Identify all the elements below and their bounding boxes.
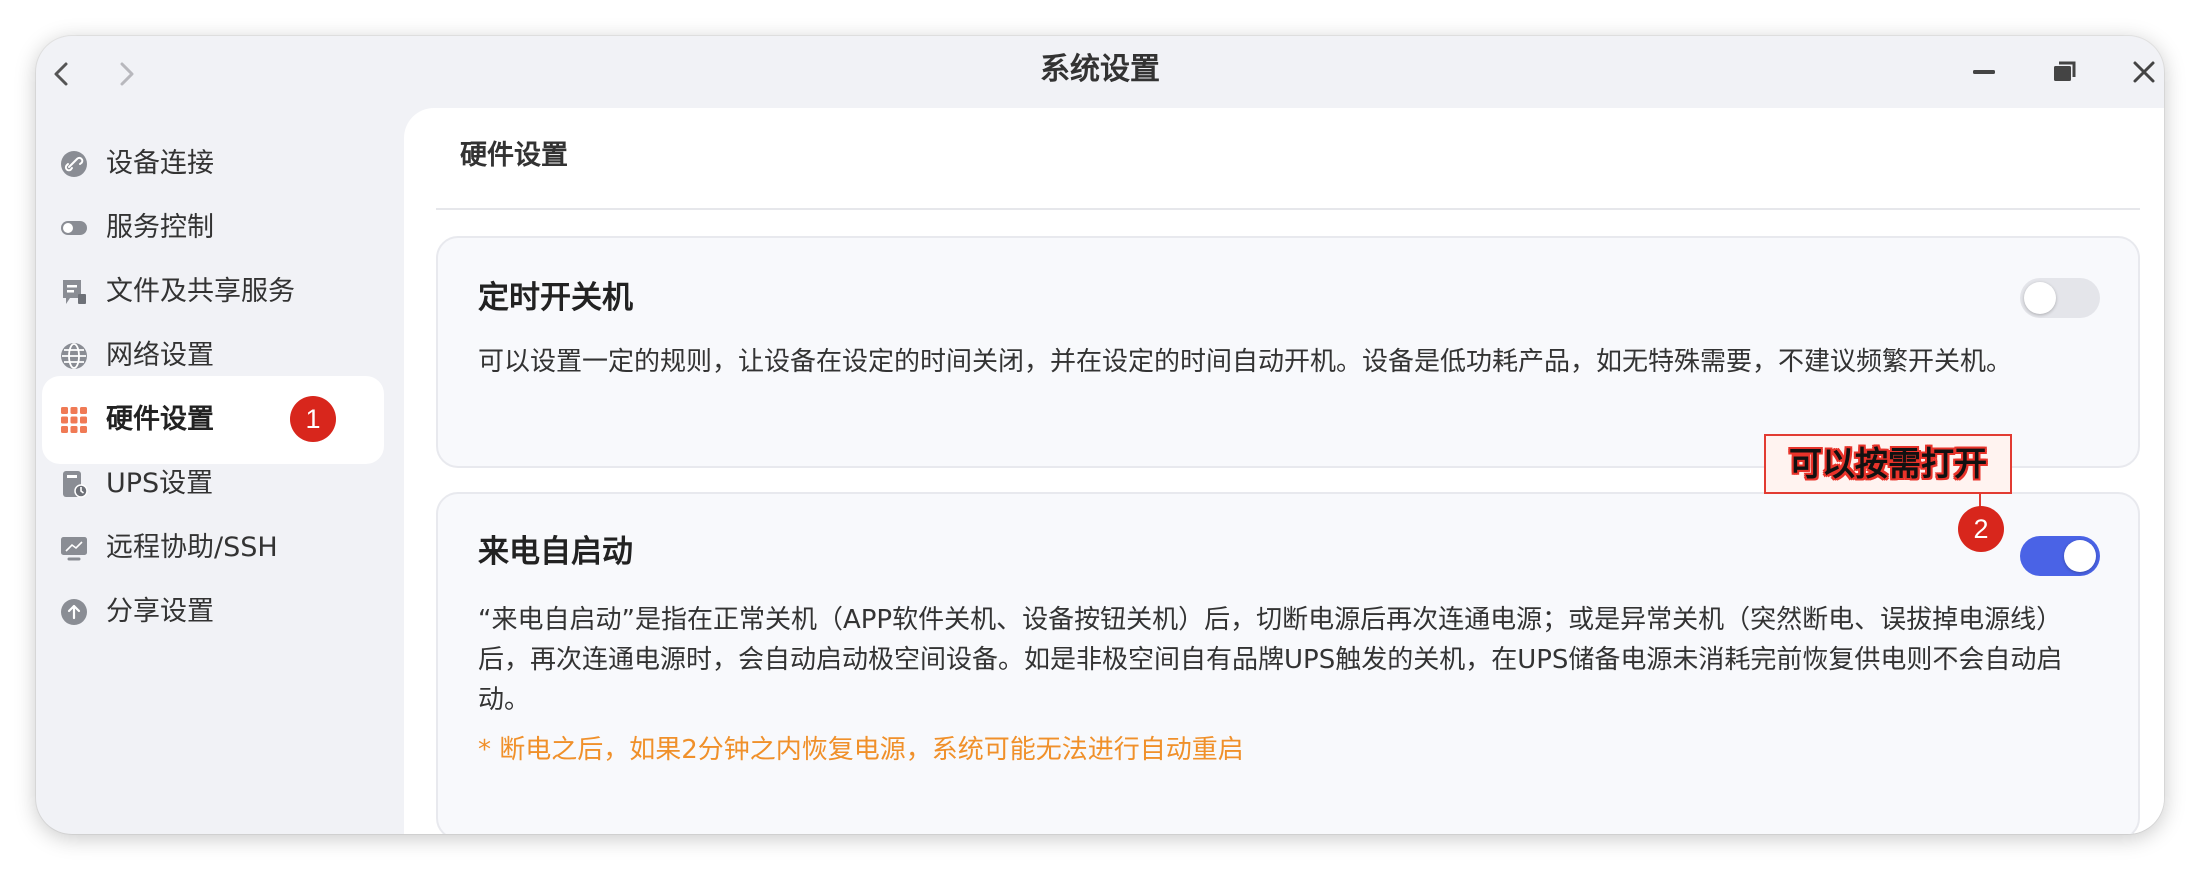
close-button[interactable] bbox=[2124, 52, 2164, 92]
sidebar-item-label: 设备连接 bbox=[106, 148, 214, 179]
ups-icon bbox=[60, 470, 88, 498]
warning-note: * 断电之后，如果2分钟之内恢复电源，系统可能无法进行自动重启 bbox=[478, 735, 1244, 765]
minimize-icon bbox=[1973, 70, 1995, 74]
window-title: 系统设置 bbox=[1040, 52, 1160, 87]
scheduled-power-toggle[interactable] bbox=[2020, 278, 2100, 318]
restore-button[interactable] bbox=[2044, 52, 2084, 92]
section-title: 硬件设置 bbox=[460, 140, 568, 171]
toggle-knob bbox=[2024, 282, 2056, 314]
card-description: 可以设置一定的规则，让设备在设定的时间关闭，并在设定的时间自动开机。设备是低功耗… bbox=[478, 347, 2013, 377]
sidebar-item-label: 文件及共享服务 bbox=[106, 276, 295, 307]
upload-icon bbox=[60, 598, 88, 626]
auto-power-on-card: 来电自启动 “来电自启动”是指在正常关机（APP软件关机、设备按钮关机）后，切断… bbox=[436, 492, 2140, 834]
grid-icon bbox=[60, 406, 88, 434]
callout-text: 可以按需打开 bbox=[1789, 444, 1987, 483]
minimize-button[interactable] bbox=[1964, 52, 2004, 92]
title-bar: 系统设置 bbox=[36, 36, 2164, 108]
section-divider bbox=[436, 208, 2140, 210]
annotation-badge-1: 1 bbox=[290, 396, 336, 442]
monitor-icon bbox=[60, 534, 88, 562]
auto-power-on-toggle[interactable] bbox=[2020, 536, 2100, 576]
globe-icon bbox=[60, 342, 88, 370]
restore-window-icon bbox=[2054, 61, 2076, 81]
annotation-badge-2: 2 bbox=[1958, 506, 2004, 552]
sidebar-item-label: 远程协助/SSH bbox=[106, 532, 278, 563]
link-icon bbox=[60, 150, 88, 178]
sidebar-item-label: UPS设置 bbox=[106, 468, 214, 499]
card-description: “来电自启动”是指在正常关机（APP软件关机、设备按钮关机）后，切断电源后再次连… bbox=[478, 605, 2063, 715]
close-icon bbox=[2133, 61, 2155, 83]
sidebar: 设备连接 服务控制 文件及共享服务 网络设置 硬件设置 1 UPS设置 远程协助… bbox=[36, 108, 406, 834]
sidebar-item-label: 网络设置 bbox=[106, 340, 214, 371]
sidebar-item-label: 服务控制 bbox=[106, 212, 214, 243]
sidebar-item-share[interactable]: 分享设置 bbox=[42, 568, 384, 656]
sidebar-item-label: 硬件设置 bbox=[106, 404, 214, 435]
annotation-callout: 可以按需打开 bbox=[1764, 434, 2012, 494]
toggle-icon bbox=[60, 214, 88, 242]
file-share-icon bbox=[60, 278, 88, 306]
card-title: 定时开关机 bbox=[478, 280, 633, 316]
toggle-knob bbox=[2064, 540, 2096, 572]
card-title: 来电自启动 bbox=[478, 534, 633, 570]
sidebar-item-label: 分享设置 bbox=[106, 596, 214, 627]
